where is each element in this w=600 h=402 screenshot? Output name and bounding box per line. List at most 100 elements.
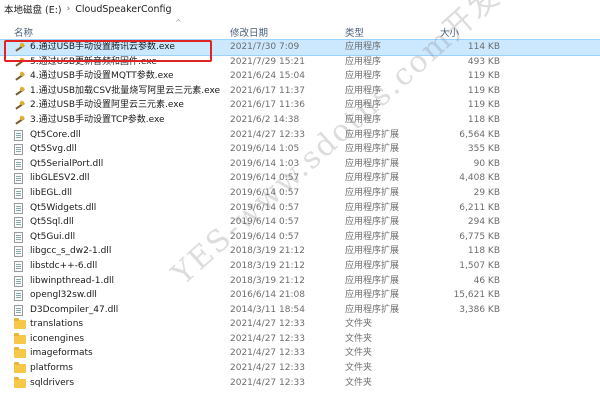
dll-file-icon bbox=[14, 158, 23, 170]
file-type: 文件夹 bbox=[345, 363, 373, 374]
file-date: 2021/7/29 15:21 bbox=[230, 56, 305, 67]
breadcrumb-folder[interactable]: CloudSpeakerConfig bbox=[75, 4, 171, 15]
file-name: 5.通过USB更新音频和固件.exe bbox=[30, 56, 157, 67]
file-date: 2018/3/19 21:12 bbox=[230, 260, 305, 271]
file-name: iconengines bbox=[30, 333, 85, 344]
file-type: 应用程序扩展 bbox=[345, 275, 400, 286]
file-type: 应用程序 bbox=[345, 100, 382, 111]
file-type: 应用程序 bbox=[345, 85, 382, 96]
file-row[interactable]: libGLESV2.dll 2019/6/14 0:57 应用程序扩展 4,408 K… bbox=[0, 171, 600, 186]
file-name: 2.通过USB手动设置阿里云三元素.exe bbox=[30, 100, 184, 111]
file-row[interactable]: 3.通过USB手动设置TCP参数.exe 2021/6/2 14:38 应用程序 11… bbox=[0, 113, 600, 128]
file-row[interactable]: Qt5Svg.dll 2019/6/14 1:05 应用程序扩展 355 KB bbox=[0, 142, 600, 157]
file-icon-cell bbox=[14, 69, 28, 84]
file-date: 2021/6/2 14:38 bbox=[230, 114, 300, 125]
column-header-type[interactable]: 类型 bbox=[345, 25, 364, 39]
file-icon-cell bbox=[14, 317, 28, 332]
file-row[interactable]: Qt5Widgets.dll 2019/6/14 0:57 应用程序扩展 6,211 … bbox=[0, 201, 600, 216]
file-size: 118 KB bbox=[467, 114, 500, 125]
file-type: 文件夹 bbox=[345, 319, 373, 330]
file-name: sqldrivers bbox=[30, 377, 75, 388]
file-date: 2019/6/14 0:57 bbox=[230, 187, 300, 198]
file-row[interactable]: 5.通过USB更新音频和固件.exe 2021/7/29 15:21 应用程序 493… bbox=[0, 55, 600, 70]
file-date: 2021/6/24 15:04 bbox=[230, 71, 305, 82]
file-row[interactable]: translations 2021/4/27 12:33 文件夹 bbox=[0, 317, 600, 332]
file-name: Qt5Widgets.dll bbox=[30, 202, 97, 213]
file-date: 2016/6/14 21:08 bbox=[230, 290, 305, 301]
dll-file-icon bbox=[14, 144, 23, 156]
file-icon-cell bbox=[14, 303, 28, 318]
file-type: 应用程序扩展 bbox=[345, 173, 400, 184]
file-icon-cell bbox=[14, 171, 28, 186]
file-name: platforms bbox=[30, 363, 73, 374]
file-type: 应用程序扩展 bbox=[345, 290, 400, 301]
file-type: 应用程序扩展 bbox=[345, 129, 400, 140]
file-row[interactable]: imageformats 2021/4/27 12:33 文件夹 bbox=[0, 346, 600, 361]
file-size: 6,564 KB bbox=[459, 129, 500, 140]
file-size: 355 KB bbox=[467, 144, 500, 155]
file-date: 2021/6/17 11:36 bbox=[230, 100, 305, 111]
file-row[interactable]: libEGL.dll 2019/6/14 0:57 应用程序扩展 29 KB bbox=[0, 186, 600, 201]
file-date: 2019/6/14 0:57 bbox=[230, 231, 300, 242]
file-row[interactable]: Qt5Sql.dll 2019/6/14 0:57 应用程序扩展 294 KB bbox=[0, 215, 600, 230]
dll-file-icon bbox=[14, 275, 23, 287]
file-row[interactable]: D3Dcompiler_47.dll 2014/3/11 18:54 应用程序扩展 3… bbox=[0, 303, 600, 318]
file-name: libGLESV2.dll bbox=[30, 173, 90, 184]
file-row[interactable]: Qt5SerialPort.dll 2019/6/14 1:03 应用程序扩展 90 … bbox=[0, 157, 600, 172]
file-icon-cell bbox=[14, 215, 28, 230]
column-header-size[interactable]: 大小 bbox=[440, 25, 459, 39]
breadcrumb-drive[interactable]: 本地磁盘 (E:) bbox=[4, 2, 62, 16]
file-name: libwinpthread-1.dll bbox=[30, 275, 115, 286]
column-header-name[interactable]: 名称 bbox=[14, 25, 33, 39]
file-row[interactable]: iconengines 2021/4/27 12:33 文件夹 bbox=[0, 332, 600, 347]
file-name: translations bbox=[30, 319, 84, 330]
file-size: 118 KB bbox=[467, 246, 500, 257]
folder-icon bbox=[14, 347, 26, 359]
dll-file-icon bbox=[14, 202, 23, 214]
file-name: 1.通过USB加载CSV批量烧写阿里云三元素.exe bbox=[30, 85, 221, 96]
file-row[interactable]: libstdc++-6.dll 2018/3/19 21:12 应用程序扩展 1,50… bbox=[0, 259, 600, 274]
tool-exe-icon bbox=[14, 57, 25, 68]
file-icon-cell bbox=[14, 186, 28, 201]
file-row[interactable]: Qt5Core.dll 2021/4/27 12:33 应用程序扩展 6,564 KB bbox=[0, 128, 600, 143]
file-row[interactable]: libwinpthread-1.dll 2018/3/19 21:12 应用程序扩展… bbox=[0, 274, 600, 289]
file-row[interactable]: sqldrivers 2021/4/27 12:33 文件夹 bbox=[0, 376, 600, 391]
file-name: Qt5SerialPort.dll bbox=[30, 158, 104, 169]
file-row[interactable]: 4.通过USB手动设置MQTT参数.exe 2021/6/24 15:04 应用程序… bbox=[0, 69, 600, 84]
file-date: 2021/4/27 12:33 bbox=[230, 333, 305, 344]
file-icon-cell bbox=[14, 142, 28, 157]
file-icon-cell bbox=[14, 55, 28, 70]
file-type: 应用程序扩展 bbox=[345, 144, 400, 155]
tool-exe-icon bbox=[14, 42, 25, 53]
file-date: 2018/3/19 21:12 bbox=[230, 275, 305, 286]
file-size: 29 KB bbox=[473, 187, 500, 198]
file-row[interactable]: Qt5Gui.dll 2019/6/14 0:57 应用程序扩展 6,775 KB bbox=[0, 230, 600, 245]
file-row[interactable]: 1.通过USB加载CSV批量烧写阿里云三元素.exe 2021/6/17 11:3… bbox=[0, 84, 600, 99]
file-size: 3,386 KB bbox=[459, 304, 500, 315]
file-row[interactable]: 2.通过USB手动设置阿里云三元素.exe 2021/6/17 11:36 应用程序… bbox=[0, 98, 600, 113]
file-date: 2014/3/11 18:54 bbox=[230, 304, 305, 315]
file-row[interactable]: 6.通过USB手动设置腾讯云参数.exe 2021/7/30 7:09 应用程序 11… bbox=[0, 39, 600, 56]
file-type: 应用程序 bbox=[345, 71, 382, 82]
file-icon-cell bbox=[14, 376, 28, 391]
file-size: 114 KB bbox=[467, 42, 500, 52]
file-icon-cell bbox=[14, 332, 28, 347]
file-type: 应用程序扩展 bbox=[345, 260, 400, 271]
folder-icon bbox=[14, 332, 26, 344]
file-row[interactable]: libgcc_s_dw2-1.dll 2018/3/19 21:12 应用程序扩展 1… bbox=[0, 244, 600, 259]
dll-file-icon bbox=[14, 231, 23, 243]
file-date: 2021/7/30 7:09 bbox=[230, 42, 300, 52]
file-type: 应用程序扩展 bbox=[345, 304, 400, 315]
file-type: 应用程序 bbox=[345, 42, 382, 52]
file-row[interactable]: opengl32sw.dll 2016/6/14 21:08 应用程序扩展 15,62… bbox=[0, 288, 600, 303]
file-date: 2021/4/27 12:33 bbox=[230, 129, 305, 140]
file-name: Qt5Core.dll bbox=[30, 129, 81, 140]
file-icon-cell bbox=[14, 201, 28, 216]
file-name: 4.通过USB手动设置MQTT参数.exe bbox=[30, 71, 174, 82]
column-header-date[interactable]: 修改日期 bbox=[230, 25, 268, 39]
file-type: 应用程序扩展 bbox=[345, 246, 400, 257]
dll-file-icon bbox=[14, 187, 23, 199]
file-type: 文件夹 bbox=[345, 348, 373, 359]
file-icon-cell bbox=[14, 346, 28, 361]
file-row[interactable]: platforms 2021/4/27 12:33 文件夹 bbox=[0, 361, 600, 376]
